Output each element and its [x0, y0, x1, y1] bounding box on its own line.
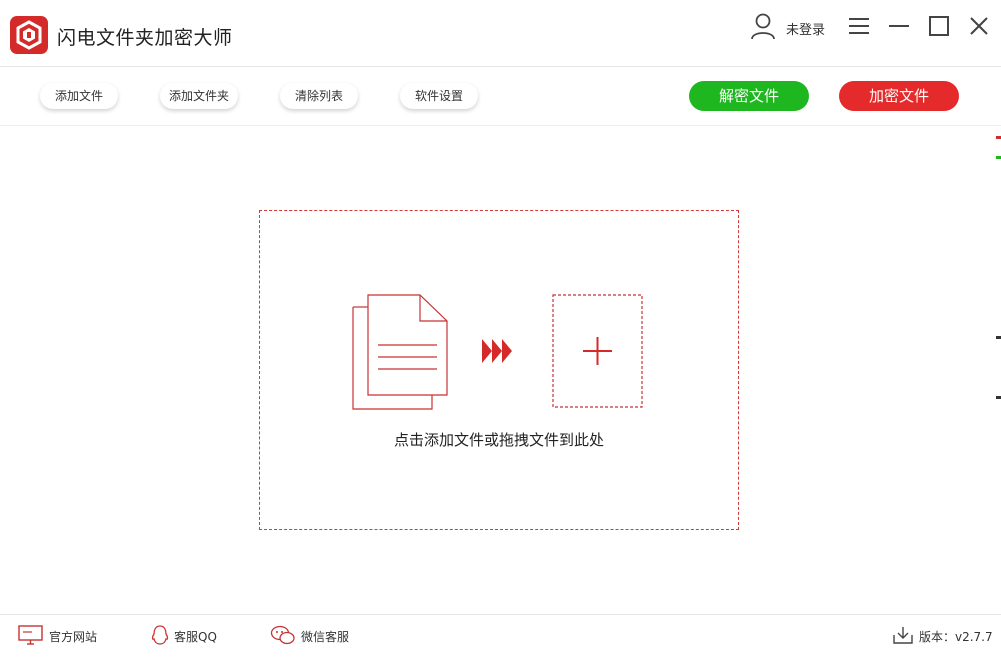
wechat-icon — [270, 625, 295, 645]
qq-label: 客服QQ — [174, 630, 217, 644]
maximize-icon[interactable] — [927, 14, 951, 38]
decrypt-file-button[interactable]: 解密文件 — [689, 81, 809, 111]
qq-icon — [151, 625, 169, 645]
footer-divider — [0, 614, 1001, 615]
settings-button[interactable]: 软件设置 — [400, 83, 478, 109]
website-label: 官方网站 — [49, 630, 98, 644]
drop-instruction: 点击添加文件或拖拽文件到此处 — [393, 431, 604, 449]
file-drop-zone[interactable]: 点击添加文件或拖拽文件到此处 — [259, 210, 739, 530]
document-icon — [352, 294, 448, 410]
add-file-button[interactable]: 添加文件 — [40, 83, 118, 109]
monitor-icon — [18, 625, 43, 645]
login-status-label: 未登录 — [786, 23, 826, 38]
qq-support-link[interactable]: 客服QQ — [150, 624, 240, 646]
app-title: 闪电文件夹加密大师 — [57, 27, 233, 49]
wechat-label: 微信客服 — [301, 630, 350, 644]
forward-arrows-icon — [482, 339, 512, 363]
official-website-link[interactable]: 官方网站 — [18, 624, 108, 646]
clear-list-button[interactable]: 清除列表 — [280, 83, 358, 109]
add-target-icon — [552, 294, 643, 408]
drop-illustration — [350, 291, 650, 411]
menu-icon[interactable] — [847, 14, 871, 38]
title-bar: 闪电文件夹加密大师 未登录 — [0, 0, 1001, 67]
version-label: 版本：v2.7.7 — [919, 630, 993, 644]
window-edge — [996, 66, 1001, 616]
add-folder-button[interactable]: 添加文件夹 — [160, 83, 238, 109]
wechat-support-link[interactable]: 微信客服 — [270, 624, 370, 646]
download-icon — [893, 627, 913, 644]
app-logo-icon — [10, 16, 48, 54]
minimize-icon[interactable] — [887, 14, 911, 38]
close-icon[interactable] — [967, 14, 991, 38]
user-icon — [750, 12, 776, 40]
encrypt-file-button[interactable]: 加密文件 — [839, 81, 959, 111]
toolbar-divider — [0, 125, 1001, 126]
